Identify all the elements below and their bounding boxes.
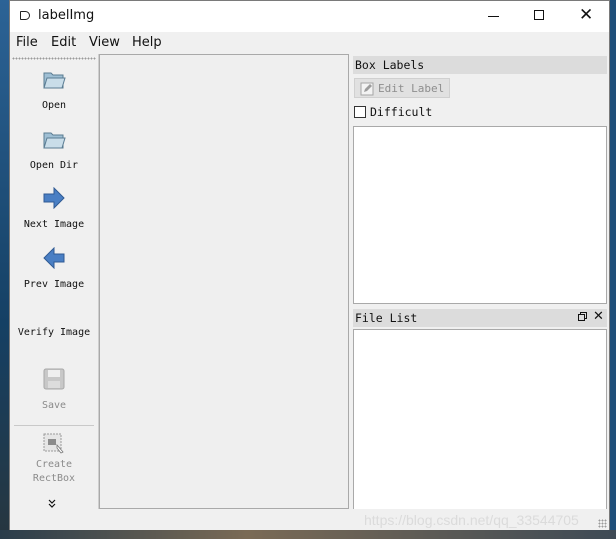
pencil-icon — [360, 82, 374, 96]
minimize-button[interactable] — [470, 1, 516, 32]
dock-close-icon[interactable]: ✕ — [593, 309, 604, 324]
open-dir-label: Open Dir — [29, 160, 79, 171]
file-list-title: File List — [355, 311, 418, 325]
menu-help[interactable]: Help — [132, 35, 162, 50]
edit-label-button[interactable]: Edit Label — [354, 78, 450, 98]
floppy-icon — [43, 368, 65, 390]
close-icon: ✕ — [579, 5, 594, 25]
dock-float-icon[interactable] — [578, 312, 587, 321]
create-rectbox-button[interactable]: Create RectBox — [10, 432, 98, 486]
verify-image-label: Verify Image — [17, 327, 91, 338]
create-rectbox-label: Create RectBox — [32, 459, 76, 484]
image-canvas[interactable] — [99, 54, 349, 509]
maximize-button[interactable] — [516, 1, 562, 32]
edit-label-text: Edit Label — [378, 82, 445, 95]
difficult-checkbox[interactable] — [354, 106, 366, 118]
tool-bar: Open Open Dir Next Image Prev Image Veri… — [10, 54, 99, 509]
open-dir-button[interactable]: Open Dir — [10, 126, 98, 174]
window-title: labelImg — [38, 8, 95, 23]
watermark: https://blog.csdn.net/qq_33544705 — [364, 512, 579, 528]
toolbar-separator — [14, 425, 94, 426]
file-list[interactable] — [353, 329, 607, 510]
label-list[interactable] — [353, 126, 607, 304]
desktop-background-left — [0, 0, 9, 539]
close-button[interactable]: ✕ — [562, 1, 608, 32]
maximize-icon — [534, 10, 544, 20]
open-label: Open — [41, 100, 67, 111]
save-button[interactable]: Save — [10, 366, 98, 414]
menu-view[interactable]: View — [89, 35, 120, 50]
menu-bar: File Edit View Help — [10, 32, 609, 54]
toolbar-grip[interactable] — [12, 57, 96, 60]
box-labels-title: Box Labels — [355, 58, 425, 72]
prev-image-button[interactable]: Prev Image — [10, 247, 98, 295]
save-label: Save — [41, 400, 67, 411]
title-bar[interactable]: labelImg ✕ — [10, 1, 609, 32]
app-logo-icon — [20, 11, 30, 20]
menu-edit[interactable]: Edit — [51, 35, 76, 50]
desktop-background-bottom — [0, 530, 616, 539]
box-labels-dock-title: Box Labels — [353, 56, 607, 74]
next-image-button[interactable]: Next Image — [10, 187, 98, 235]
minimize-icon — [488, 16, 499, 17]
folder-open-icon — [43, 132, 66, 149]
next-image-label: Next Image — [23, 219, 85, 230]
difficult-label: Difficult — [370, 105, 433, 119]
menu-file[interactable]: File — [16, 35, 38, 50]
arrow-right-icon — [43, 187, 65, 209]
prev-image-label: Prev Image — [23, 279, 85, 290]
folder-open-icon — [43, 72, 66, 89]
create-rectbox-icon — [43, 433, 64, 454]
open-button[interactable]: Open — [10, 66, 98, 114]
arrow-left-icon — [43, 247, 65, 269]
app-window: labelImg ✕ File Edit View Help Open Open… — [9, 0, 610, 530]
resize-grip[interactable] — [598, 519, 607, 528]
verify-image-button[interactable]: Verify Image — [10, 320, 98, 348]
file-list-dock-title: File List ✕ — [353, 309, 607, 327]
